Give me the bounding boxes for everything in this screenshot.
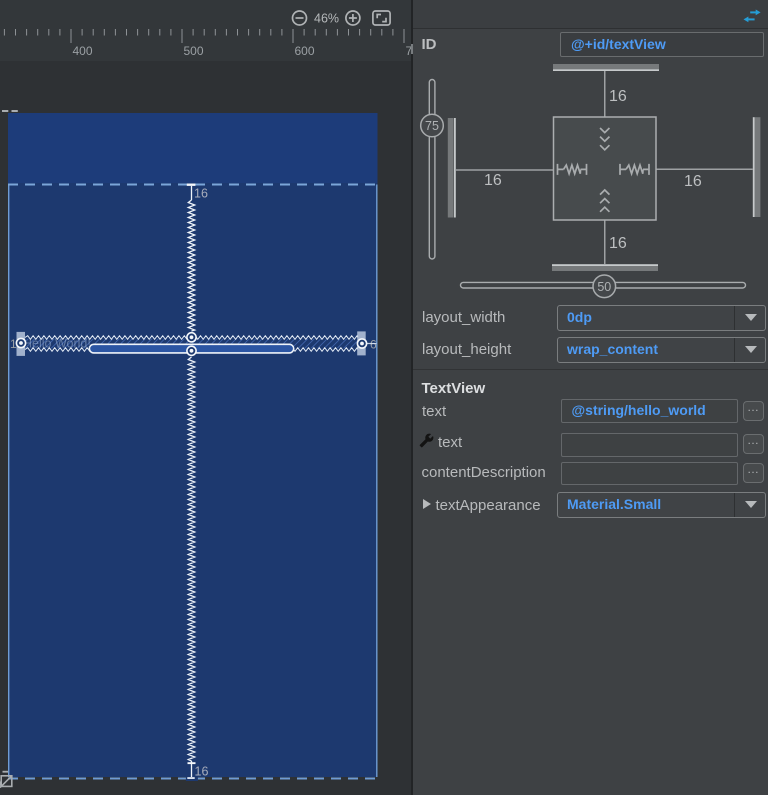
svg-text:75: 75 [425,119,439,133]
svg-text:16: 16 [484,172,502,189]
svg-text:50: 50 [597,280,611,294]
svg-text:16: 16 [609,235,627,252]
svg-text:500: 500 [184,44,204,58]
svg-text:16: 16 [609,88,627,105]
svg-text:16: 16 [194,187,208,201]
svg-text:16: 16 [195,765,209,779]
svg-text:600: 600 [295,44,315,58]
svg-text:400: 400 [73,44,93,58]
svg-text:46%: 46% [314,12,339,26]
svg-text:16: 16 [684,173,702,190]
svg-text:Hello World!: Hello World! [23,337,91,351]
svg-text:6: 6 [370,338,377,352]
